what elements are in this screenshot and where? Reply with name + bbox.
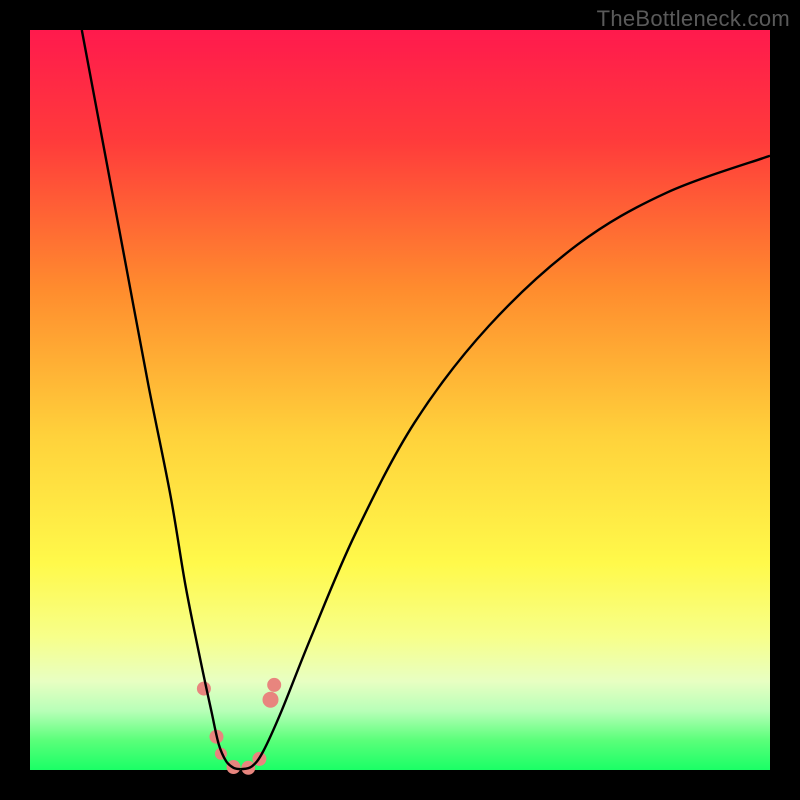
curve-right-branch (241, 156, 770, 769)
data-marker (263, 692, 279, 708)
markers (197, 678, 281, 775)
curve-left-branch (82, 30, 241, 769)
plot-area (30, 30, 770, 770)
chart-frame: TheBottleneck.com (0, 0, 800, 800)
watermark-text: TheBottleneck.com (597, 6, 790, 32)
data-marker (267, 678, 281, 692)
data-marker (197, 682, 211, 696)
curve-layer (30, 30, 770, 770)
